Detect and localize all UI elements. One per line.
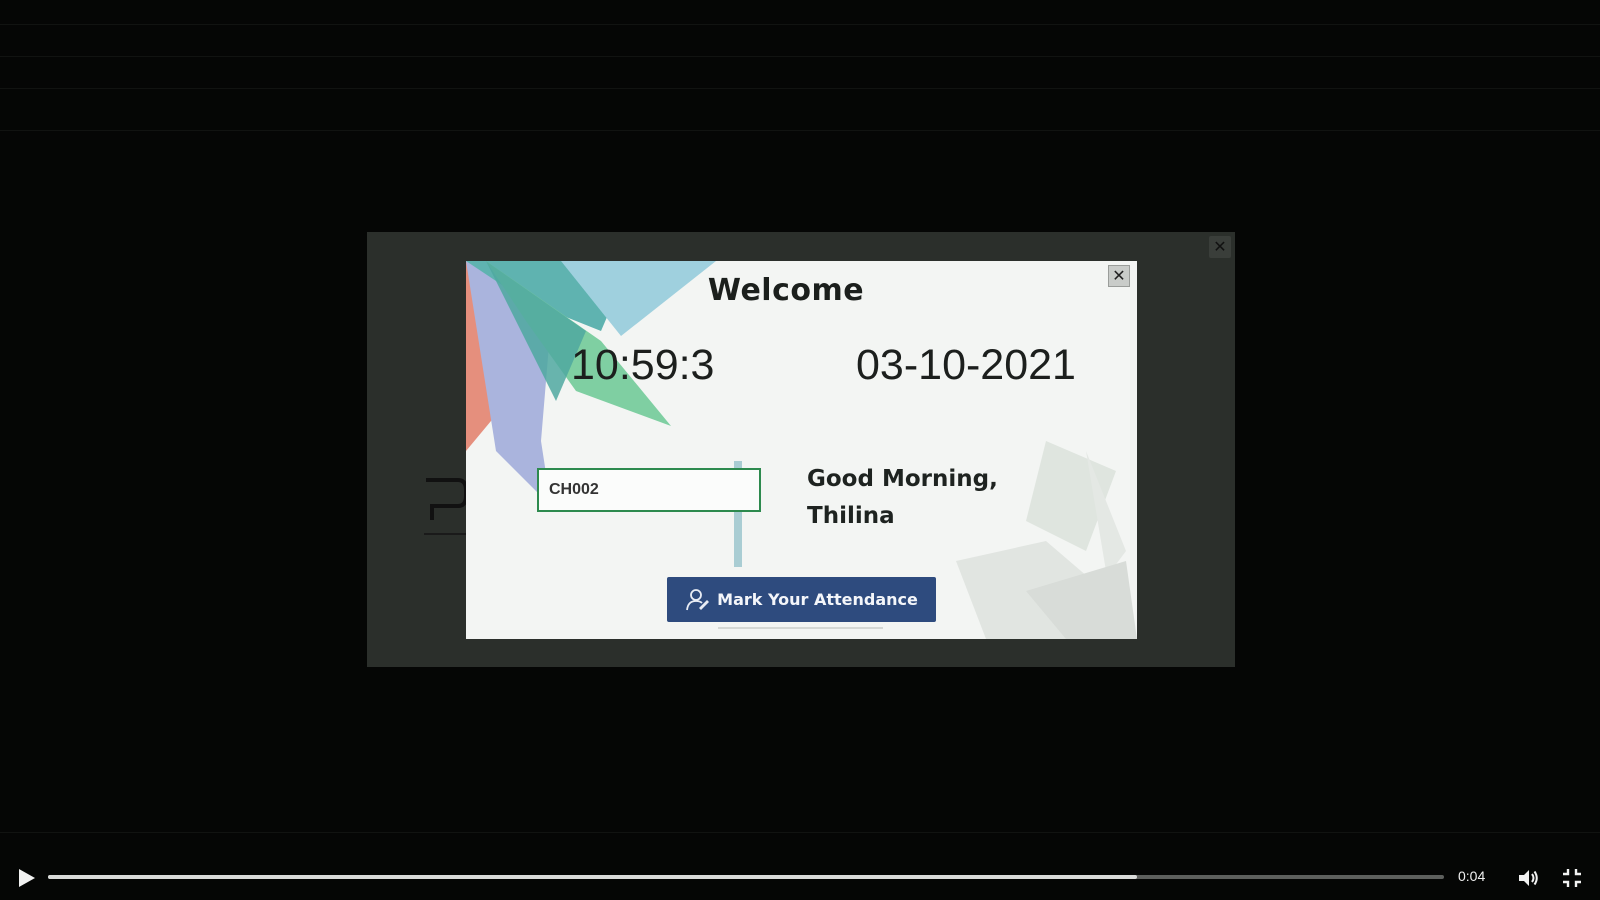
play-icon[interactable] xyxy=(14,866,38,890)
dialog-title: Welcome xyxy=(707,273,865,308)
current-date: 03-10-2021 xyxy=(856,341,1076,389)
current-playback-time: 0:04 xyxy=(1458,868,1486,884)
button-underline xyxy=(718,627,883,629)
user-check-icon xyxy=(686,588,710,610)
background-logo-fragment xyxy=(424,478,468,535)
greeting-name: Thilina xyxy=(807,503,895,529)
bg-divider xyxy=(0,88,1600,89)
bg-divider xyxy=(0,832,1600,833)
outer-modal-close-button[interactable]: ✕ xyxy=(1209,236,1231,258)
video-player: ✕ ✕ Welcome 10:59:3 03-10-2021 Good Morn xyxy=(0,0,1600,900)
close-icon: ✕ xyxy=(1213,237,1227,256)
employee-id-input[interactable] xyxy=(537,468,761,512)
current-time: 10:59:3 xyxy=(571,341,715,389)
mark-attendance-button[interactable]: Mark Your Attendance xyxy=(667,577,936,622)
exit-fullscreen-icon[interactable] xyxy=(1560,866,1584,890)
volume-icon[interactable] xyxy=(1516,866,1540,890)
video-controls: 0:04 xyxy=(0,860,1600,900)
progress-bar-fill xyxy=(48,875,1137,879)
bg-divider xyxy=(0,56,1600,57)
close-icon: ✕ xyxy=(1112,266,1126,285)
greeting-salutation: Good Morning, xyxy=(807,466,998,492)
greeting-text: Good Morning, Thilina xyxy=(807,461,1067,535)
mark-attendance-label: Mark Your Attendance xyxy=(717,590,918,609)
dialog-close-button[interactable]: ✕ xyxy=(1108,265,1130,287)
bg-divider xyxy=(0,130,1600,131)
progress-bar[interactable] xyxy=(48,875,1444,879)
welcome-dialog: ✕ Welcome 10:59:3 03-10-2021 Good Mornin… xyxy=(466,261,1137,639)
bg-divider xyxy=(0,24,1600,25)
